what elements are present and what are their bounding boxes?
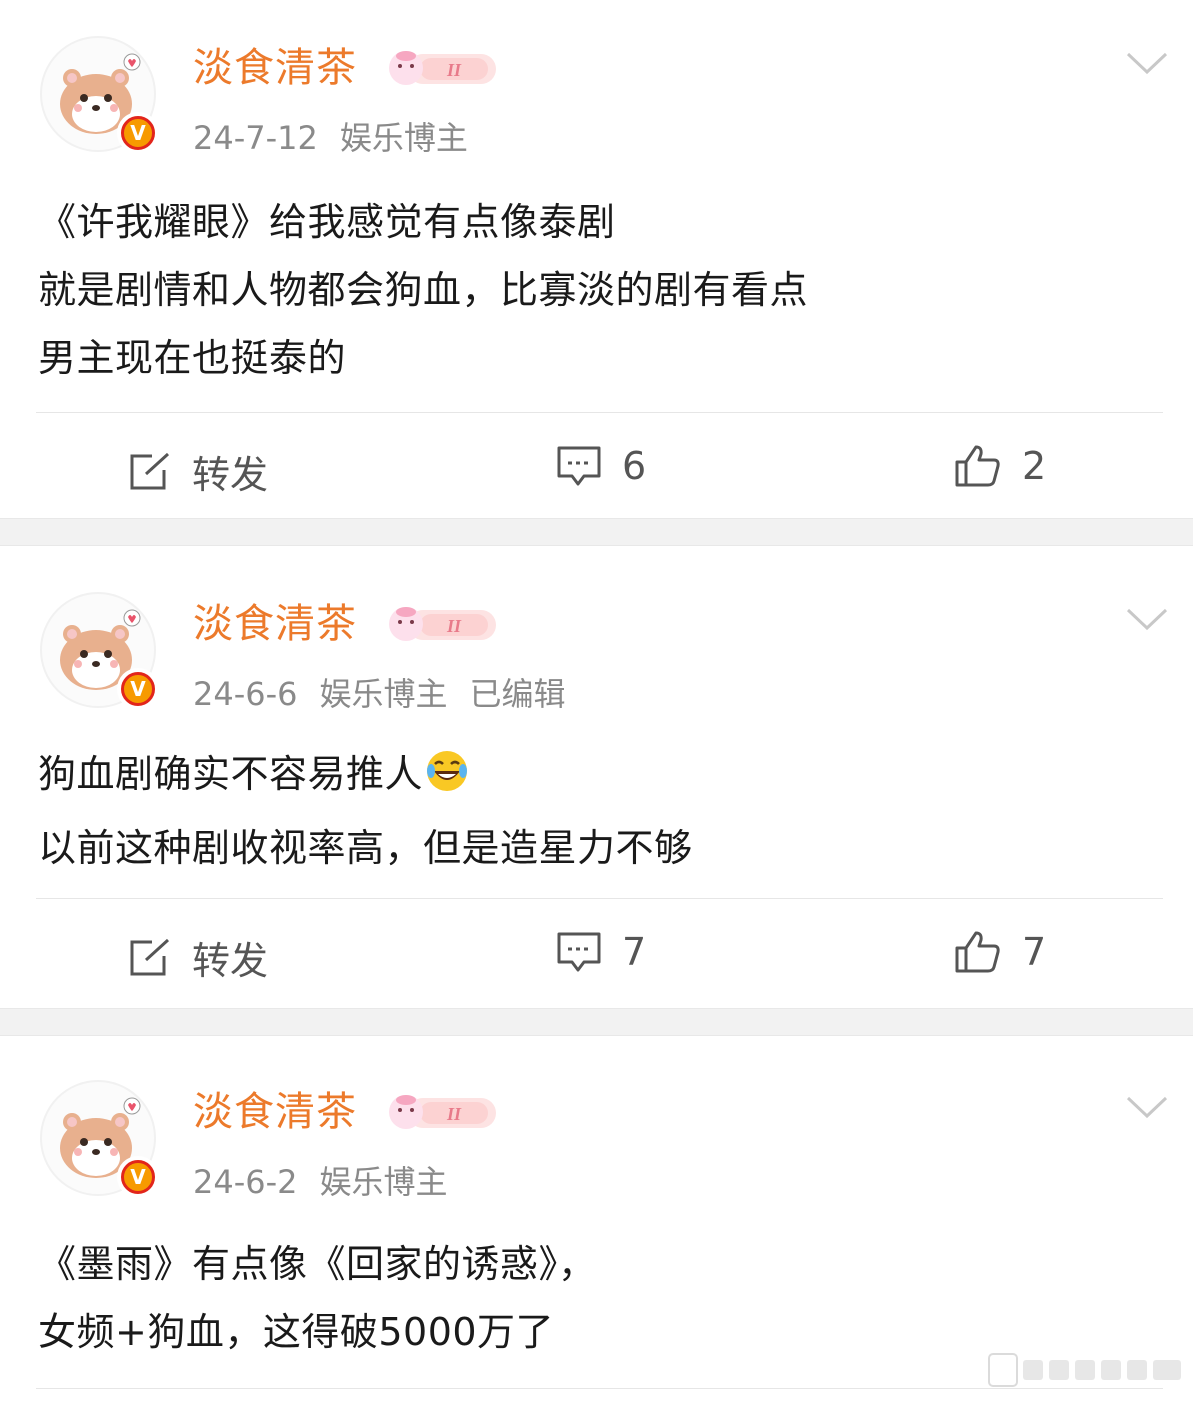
svg-text:II: II [446, 1104, 462, 1124]
svg-text:II: II [446, 616, 462, 636]
repost-button[interactable]: 转发 [128, 930, 268, 985]
thumbs-up-icon [955, 445, 1000, 487]
comment-count: 6 [622, 444, 647, 488]
edited-label: 已编辑 [469, 675, 566, 713]
username[interactable]: 淡食清茶 [193, 42, 357, 94]
post-meta: 24-6-6 娱乐博主 已编辑 [193, 672, 588, 716]
like-count: 7 [1022, 930, 1047, 974]
level-badge: II [386, 46, 498, 94]
post-2: V 淡食清茶 II 24-6-6 娱乐博主 已编辑 狗血剧确实不容易推人 以前这种剧… [0, 546, 1193, 1008]
post-line: 以前这种剧收视率高，但是造星力不够 [38, 826, 693, 870]
post-3: V 淡食清茶 II 24-6-2 娱乐博主 《墨雨》有点像《回家的诱惑》， 女频+… [0, 1036, 1193, 1402]
author-role: 娱乐博主 [339, 119, 468, 157]
post-meta: 24-7-12 娱乐博主 [193, 116, 490, 160]
laugh-cry-emoji [425, 746, 469, 814]
like-count: 2 [1022, 444, 1047, 488]
like-button[interactable]: 7 [954, 930, 1046, 974]
svg-text:II: II [446, 60, 462, 80]
level-badge: II [386, 1090, 498, 1138]
chevron-down-icon[interactable] [1125, 50, 1169, 82]
level-badge: II [386, 602, 498, 650]
thumbs-up-icon [955, 931, 1000, 973]
post-1: V 淡食清茶 II 24-7-12 娱乐博主 《许我耀眼》给我感觉有点像泰剧 就是… [0, 0, 1193, 518]
post-line: 狗血剧确实不容易推人 [38, 752, 424, 796]
post-line: 《许我耀眼》给我感觉有点像泰剧 [38, 200, 616, 244]
post-separator [0, 1008, 1193, 1036]
comment-count: 7 [622, 930, 647, 974]
verified-v-icon: V [117, 668, 159, 710]
comment-icon [557, 446, 601, 486]
comment-icon [557, 932, 601, 972]
watermark-logo [987, 1350, 1187, 1394]
post-line: 《墨雨》有点像《回家的诱惑》， [38, 1242, 597, 1286]
post-line: 男主现在也挺泰的 [38, 336, 347, 380]
repost-label: 转发 [192, 939, 269, 983]
post-meta: 24-6-2 娱乐博主 [193, 1160, 470, 1204]
post-content: 狗血剧确实不容易推人 以前这种剧收视率高，但是造星力不够 [38, 740, 693, 882]
post-content: 《墨雨》有点像《回家的诱惑》， 女频+狗血，这得破5000万了 [38, 1230, 597, 1366]
post-date: 24-6-2 [193, 1163, 298, 1201]
author-role: 娱乐博主 [319, 675, 448, 713]
post-date: 24-6-6 [193, 675, 298, 713]
post-line: 就是剧情和人物都会狗血，比寡淡的剧有看点 [38, 268, 809, 312]
author-role: 娱乐博主 [319, 1163, 448, 1201]
verified-v-icon: V [117, 1156, 159, 1198]
post-line: 女频+狗血，这得破5000万了 [38, 1310, 555, 1354]
comment-button[interactable]: 7 [556, 930, 646, 974]
chevron-down-icon[interactable] [1125, 1094, 1169, 1126]
username[interactable]: 淡食清茶 [193, 1086, 357, 1138]
repost-button[interactable]: 转发 [128, 444, 268, 499]
divider [36, 898, 1163, 899]
comment-button[interactable]: 6 [556, 444, 646, 488]
repost-label: 转发 [192, 453, 269, 497]
verified-v-icon: V [117, 112, 159, 154]
like-button[interactable]: 2 [954, 444, 1046, 488]
post-date: 24-7-12 [193, 119, 318, 157]
share-icon [130, 452, 170, 489]
share-icon [130, 938, 170, 975]
post-separator [0, 518, 1193, 546]
username[interactable]: 淡食清茶 [193, 598, 357, 650]
post-content: 《许我耀眼》给我感觉有点像泰剧 就是剧情和人物都会狗血，比寡淡的剧有看点 男主现… [38, 188, 808, 392]
divider [36, 412, 1163, 413]
chevron-down-icon[interactable] [1125, 606, 1169, 638]
